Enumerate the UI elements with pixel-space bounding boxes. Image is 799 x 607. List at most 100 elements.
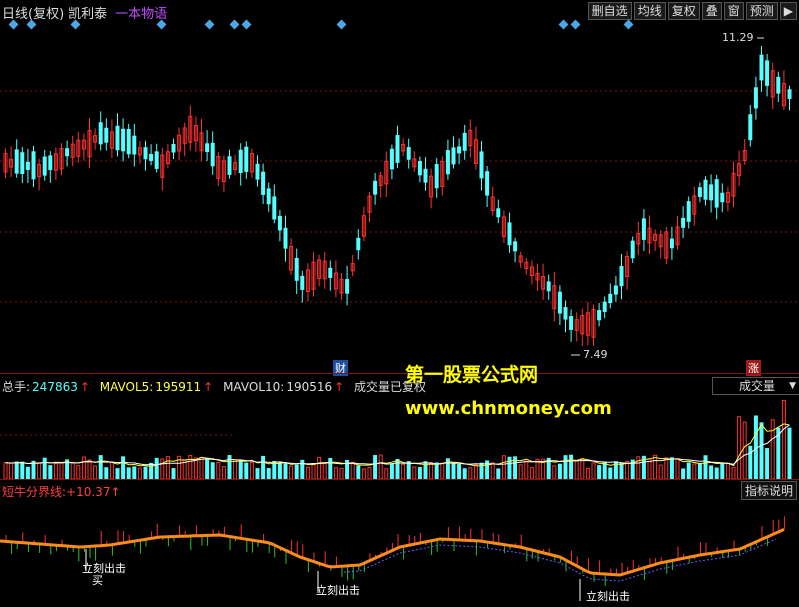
indicator-help-button[interactable]: 指标说明 bbox=[741, 481, 798, 500]
candle bbox=[406, 147, 411, 160]
mavol5-value: 195911 bbox=[155, 380, 202, 394]
candle bbox=[31, 151, 36, 180]
event-marker[interactable] bbox=[8, 19, 19, 30]
event-marker[interactable] bbox=[558, 19, 569, 30]
volume-bar bbox=[457, 464, 462, 479]
candle bbox=[602, 301, 607, 312]
event-marker[interactable] bbox=[241, 19, 252, 30]
candle bbox=[65, 148, 70, 157]
candle bbox=[283, 227, 288, 249]
volume-bar bbox=[87, 459, 92, 479]
total-volume-label: 总手: bbox=[2, 380, 31, 394]
candle bbox=[42, 156, 47, 176]
candle bbox=[294, 257, 299, 281]
volume-bar bbox=[737, 416, 742, 479]
candle bbox=[513, 241, 518, 252]
candle bbox=[557, 291, 562, 314]
volume-bar bbox=[199, 456, 204, 479]
volume-bar bbox=[681, 468, 686, 479]
adjust-button[interactable]: 复权 bbox=[667, 2, 700, 20]
candle bbox=[104, 127, 109, 143]
volume-bar bbox=[53, 462, 58, 479]
volume-bar bbox=[742, 421, 747, 479]
signal-label-1: 立刻出击 bbox=[82, 562, 126, 575]
volume-bar bbox=[59, 462, 64, 479]
volume-bar bbox=[121, 456, 126, 479]
event-marker[interactable] bbox=[623, 19, 634, 30]
remove-favorite-button[interactable]: 删自选 bbox=[587, 2, 632, 20]
volume-bar bbox=[412, 466, 417, 479]
volume-bar bbox=[25, 466, 30, 479]
volume-bar bbox=[328, 457, 333, 479]
candle bbox=[669, 238, 674, 249]
volume-bar bbox=[434, 462, 439, 479]
volume-legend: 总手: 247863 ↑ MAVOL5: 195911 ↑ MAVOL10: 190516… bbox=[2, 378, 432, 395]
volume-bar bbox=[81, 456, 86, 479]
event-marker[interactable] bbox=[156, 19, 167, 30]
candle bbox=[266, 188, 271, 205]
volume-bar bbox=[759, 422, 764, 479]
mavol5-label: MAVOL5: bbox=[99, 380, 154, 394]
volume-bar bbox=[580, 457, 585, 479]
event-marker[interactable] bbox=[570, 19, 581, 30]
candle bbox=[507, 222, 512, 246]
candle bbox=[373, 180, 378, 195]
candle bbox=[546, 281, 551, 292]
candle bbox=[563, 307, 568, 320]
volume-bar bbox=[462, 468, 467, 479]
volume-bar bbox=[417, 467, 422, 479]
candle bbox=[703, 179, 708, 200]
volume-bar bbox=[70, 462, 75, 479]
candle bbox=[126, 129, 131, 155]
volume-bar bbox=[401, 463, 406, 479]
volume-bar bbox=[48, 465, 53, 479]
volume-bar bbox=[333, 467, 338, 479]
indicator-dropdown[interactable]: 成交量 bbox=[712, 377, 799, 395]
volume-bar bbox=[501, 455, 506, 479]
event-marker[interactable] bbox=[204, 19, 215, 30]
volume-bar bbox=[384, 468, 389, 479]
candle bbox=[244, 146, 249, 172]
event-marker[interactable] bbox=[336, 19, 347, 30]
volume-bar bbox=[93, 465, 98, 479]
volume-bar bbox=[625, 461, 630, 479]
volume-bar bbox=[714, 467, 719, 479]
candle bbox=[261, 171, 266, 195]
volume-bar bbox=[720, 462, 725, 479]
event-marker[interactable] bbox=[26, 19, 37, 30]
candle bbox=[149, 153, 154, 161]
volume-bar bbox=[210, 462, 215, 479]
volume-bar bbox=[171, 468, 176, 479]
candle bbox=[20, 152, 25, 175]
ma-button[interactable]: 均线 bbox=[633, 2, 666, 20]
mavol10-label: MAVOL10: bbox=[223, 380, 285, 394]
volume-bar bbox=[378, 454, 383, 479]
volume-bar bbox=[591, 462, 596, 479]
volume-bar bbox=[294, 464, 299, 479]
candle bbox=[238, 149, 243, 174]
price-chart[interactable] bbox=[0, 30, 799, 370]
forecast-button[interactable]: 预测 bbox=[745, 2, 778, 20]
candle bbox=[205, 143, 210, 152]
event-marker[interactable] bbox=[229, 19, 240, 30]
volume-bar bbox=[104, 467, 109, 479]
volume-bar bbox=[529, 467, 534, 479]
volume-chart[interactable] bbox=[0, 397, 799, 479]
volume-bar bbox=[373, 455, 378, 479]
volume-bars bbox=[3, 399, 792, 479]
candle bbox=[417, 161, 422, 176]
volume-bar bbox=[608, 467, 613, 479]
indicator-chart[interactable] bbox=[0, 499, 799, 607]
volume-bar bbox=[305, 466, 310, 479]
overlay-button[interactable]: 叠 bbox=[701, 2, 722, 20]
volume-bar bbox=[266, 468, 271, 479]
event-marker[interactable] bbox=[70, 19, 81, 30]
candle bbox=[479, 151, 484, 179]
volume-bar bbox=[14, 461, 19, 479]
volume-bar bbox=[686, 462, 691, 479]
window-button[interactable]: 窗 bbox=[723, 2, 744, 20]
next-arrow-icon[interactable]: ▶ bbox=[779, 2, 797, 20]
candle bbox=[608, 293, 613, 304]
candle bbox=[759, 54, 764, 81]
candle bbox=[143, 147, 148, 160]
